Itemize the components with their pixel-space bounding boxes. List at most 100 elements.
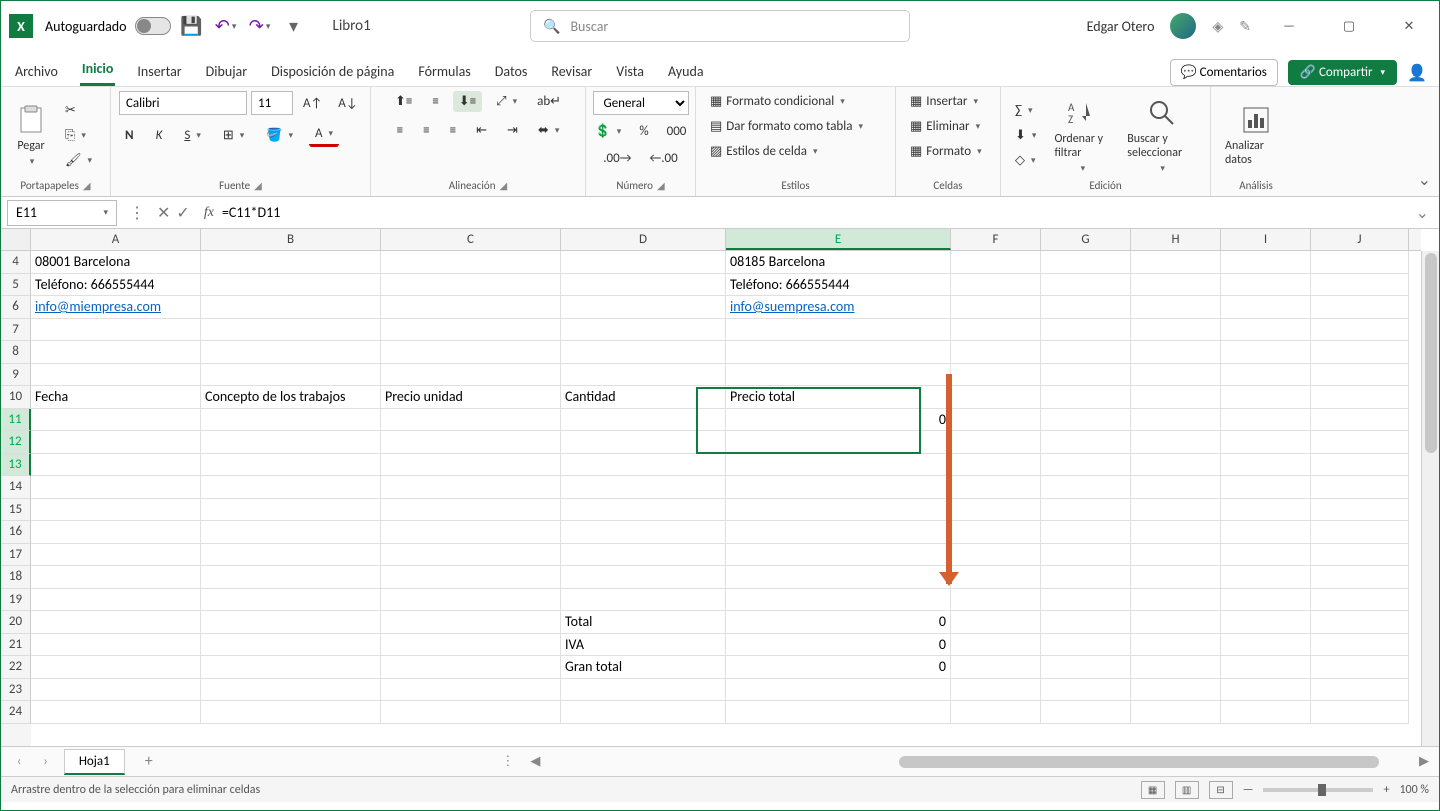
cell[interactable] xyxy=(201,656,381,679)
cell[interactable] xyxy=(1041,274,1131,297)
cell[interactable]: 0 xyxy=(726,634,951,657)
currency-icon[interactable]: 💲▾ xyxy=(589,121,628,142)
cell[interactable] xyxy=(726,499,951,522)
cell[interactable] xyxy=(561,341,726,364)
cell[interactable] xyxy=(951,566,1041,589)
tab-fórmulas[interactable]: Fórmulas xyxy=(416,57,472,86)
cell[interactable] xyxy=(1221,634,1311,657)
cell[interactable] xyxy=(31,634,201,657)
cell[interactable] xyxy=(381,499,561,522)
conditional-formatting-button[interactable]: ▦ Formato condicional▾ xyxy=(704,91,851,112)
cell[interactable] xyxy=(31,364,201,387)
cell[interactable] xyxy=(1041,341,1131,364)
cell[interactable] xyxy=(1041,386,1131,409)
decrease-indent-icon[interactable]: ⇤ xyxy=(470,120,493,141)
cell[interactable] xyxy=(951,611,1041,634)
cell[interactable]: info@miempresa.com xyxy=(31,296,201,319)
clear-icon[interactable]: ◇▾ xyxy=(1009,150,1042,171)
cell[interactable] xyxy=(1041,409,1131,432)
cell[interactable] xyxy=(1221,499,1311,522)
cell[interactable] xyxy=(1041,656,1131,679)
increase-indent-icon[interactable]: ⇥ xyxy=(501,120,524,141)
cell[interactable] xyxy=(31,679,201,702)
align-middle-icon[interactable]: ≡ xyxy=(426,91,444,112)
font-size-select[interactable] xyxy=(251,91,293,115)
row-header[interactable]: 19 xyxy=(1,589,31,612)
cell[interactable] xyxy=(381,364,561,387)
row-header[interactable]: 4 xyxy=(1,251,31,274)
cell[interactable] xyxy=(31,341,201,364)
cell[interactable] xyxy=(1041,454,1131,477)
cell[interactable] xyxy=(201,634,381,657)
cell[interactable]: Teléfono: 666555444 xyxy=(726,274,951,297)
font-name-select[interactable] xyxy=(119,91,247,115)
cell[interactable] xyxy=(201,296,381,319)
delete-cells-button[interactable]: ▦ Eliminar▾ xyxy=(904,116,986,137)
cell[interactable] xyxy=(1311,251,1409,274)
cell[interactable] xyxy=(1131,251,1221,274)
page-break-view-icon[interactable]: ⊟ xyxy=(1209,781,1233,799)
column-header[interactable]: A xyxy=(31,229,201,250)
column-header[interactable]: I xyxy=(1221,229,1311,250)
horizontal-scrollbar[interactable] xyxy=(879,754,1409,770)
cell[interactable] xyxy=(381,251,561,274)
cell[interactable]: Precio total xyxy=(726,386,951,409)
cell[interactable] xyxy=(201,499,381,522)
cell[interactable] xyxy=(1221,454,1311,477)
row-header[interactable]: 7 xyxy=(1,319,31,342)
underline-button[interactable]: S▾ xyxy=(178,125,207,146)
cell[interactable] xyxy=(561,274,726,297)
decrease-font-icon[interactable]: A↓ xyxy=(332,93,363,114)
align-bottom-icon[interactable]: ⬇≡ xyxy=(453,91,482,112)
zoom-slider[interactable] xyxy=(1263,788,1373,792)
name-box[interactable]: E11▾ xyxy=(7,200,117,226)
cell[interactable] xyxy=(201,679,381,702)
cell[interactable]: IVA xyxy=(561,634,726,657)
format-cells-button[interactable]: ▦ Formato▾ xyxy=(904,141,988,162)
merge-icon[interactable]: ⬌▾ xyxy=(532,120,565,141)
cell[interactable] xyxy=(1041,364,1131,387)
row-header[interactable]: 11 xyxy=(1,409,31,432)
cell[interactable] xyxy=(1311,409,1409,432)
prev-sheet-icon[interactable]: ‹ xyxy=(11,754,27,769)
cell[interactable] xyxy=(1041,251,1131,274)
coming-soon-icon[interactable]: ✎ xyxy=(1239,18,1251,35)
cell[interactable] xyxy=(1311,341,1409,364)
cell[interactable] xyxy=(1221,679,1311,702)
cell[interactable] xyxy=(381,341,561,364)
cell[interactable] xyxy=(561,431,726,454)
cell[interactable] xyxy=(201,521,381,544)
align-right-icon[interactable]: ≡ xyxy=(444,120,462,141)
cell[interactable] xyxy=(1221,521,1311,544)
cell[interactable] xyxy=(726,589,951,612)
save-icon[interactable]: 💾 xyxy=(181,15,203,37)
cell[interactable] xyxy=(381,521,561,544)
cell[interactable] xyxy=(951,476,1041,499)
cell[interactable] xyxy=(1041,701,1131,724)
cell[interactable] xyxy=(31,589,201,612)
cell[interactable] xyxy=(726,476,951,499)
redo-icon[interactable]: ↷▾ xyxy=(249,15,271,37)
cell[interactable] xyxy=(31,701,201,724)
cell[interactable] xyxy=(1221,611,1311,634)
cell[interactable] xyxy=(381,431,561,454)
cell[interactable] xyxy=(1311,499,1409,522)
font-color-icon[interactable]: A▾ xyxy=(309,123,339,147)
cancel-formula-icon[interactable]: ✕ xyxy=(157,203,170,223)
column-header[interactable]: J xyxy=(1311,229,1409,250)
cell[interactable] xyxy=(1041,319,1131,342)
cell[interactable] xyxy=(1131,679,1221,702)
cell[interactable] xyxy=(1221,431,1311,454)
cell[interactable] xyxy=(1041,679,1131,702)
cell[interactable] xyxy=(1221,566,1311,589)
cell[interactable] xyxy=(951,431,1041,454)
cell[interactable] xyxy=(561,296,726,319)
cell[interactable] xyxy=(726,521,951,544)
column-header[interactable]: D xyxy=(561,229,726,250)
format-painter-icon[interactable]: 🖌▾ xyxy=(59,150,98,171)
cell[interactable] xyxy=(201,409,381,432)
cell[interactable] xyxy=(951,251,1041,274)
borders-icon[interactable]: ⊞▾ xyxy=(217,125,250,146)
hscroll-right-icon[interactable]: ▶ xyxy=(1419,754,1429,769)
cell[interactable] xyxy=(1221,319,1311,342)
